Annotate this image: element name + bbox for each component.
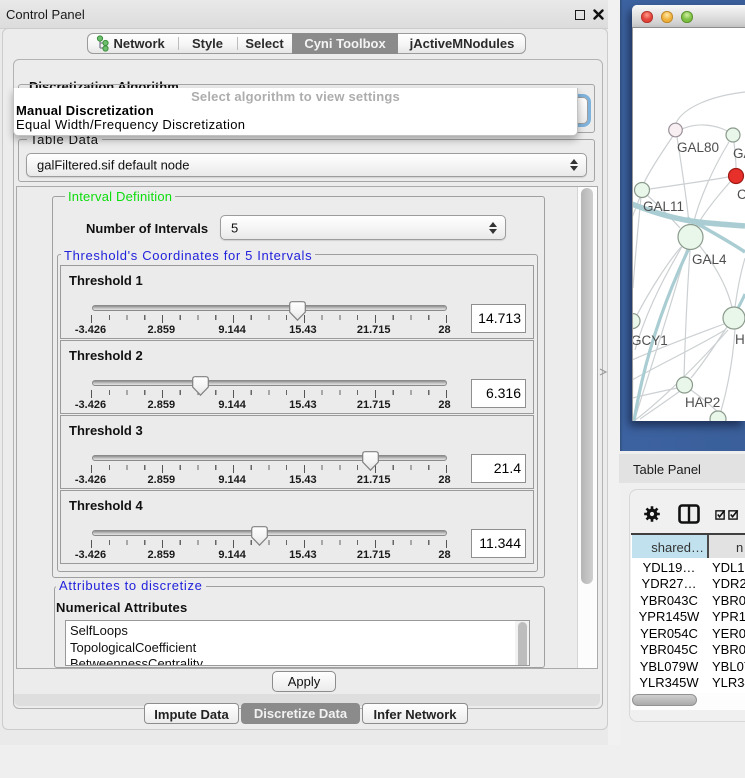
svg-text:GCY1: GCY1 — [632, 333, 668, 348]
svg-text:GAL80: GAL80 — [677, 140, 719, 155]
svg-text:HAP2: HAP2 — [685, 395, 720, 410]
svg-text:GAL4: GAL4 — [692, 252, 727, 267]
svg-text:H: H — [735, 332, 745, 347]
svg-text:GAL11: GAL11 — [643, 199, 684, 214]
svg-text:GA: GA — [733, 146, 745, 161]
svg-text:C: C — [737, 187, 745, 202]
